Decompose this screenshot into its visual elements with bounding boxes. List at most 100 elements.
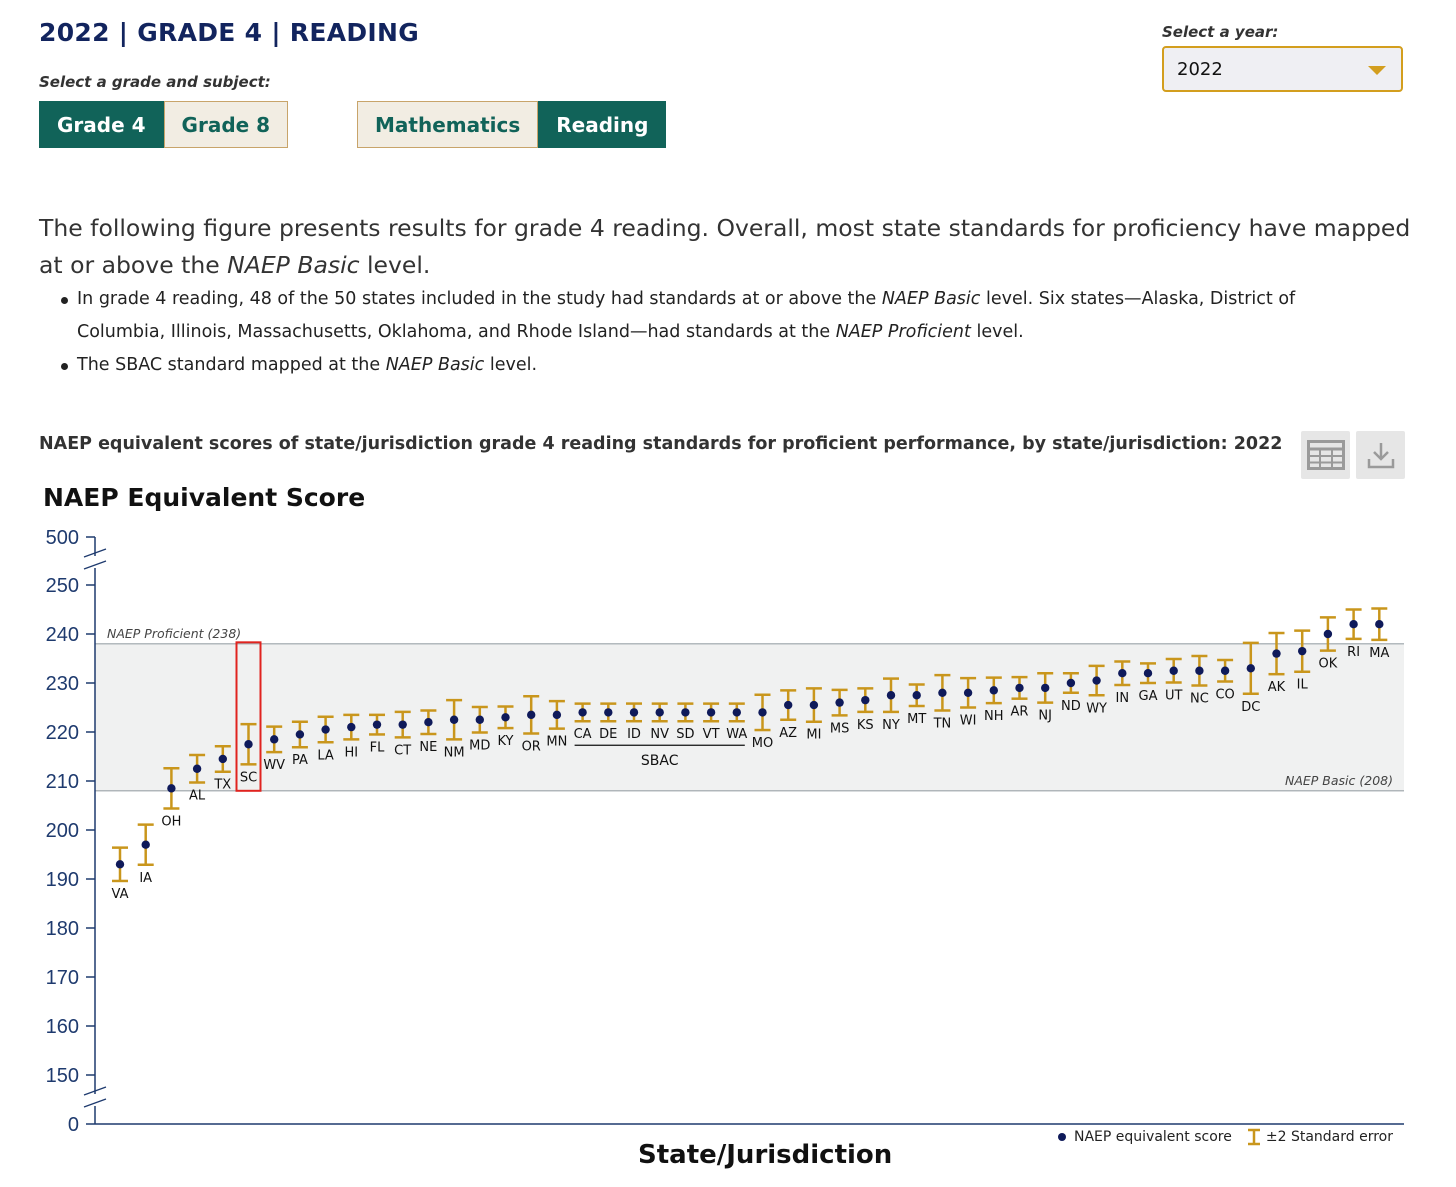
state-label: MD	[469, 738, 490, 753]
chevron-down-icon	[1368, 66, 1386, 75]
y-tick-label: 200	[46, 820, 79, 842]
list-item: In grade 4 reading, 48 of the 50 states …	[39, 283, 1369, 349]
score-point	[1118, 669, 1127, 678]
state-label: AZ	[779, 726, 797, 741]
data-point-ri[interactable]: RI	[1345, 608, 1362, 660]
state-label: LA	[317, 748, 334, 763]
state-label: MA	[1369, 646, 1389, 661]
score-point	[167, 784, 176, 793]
score-point	[552, 710, 562, 720]
score-point	[861, 695, 870, 705]
bullet-text: level.	[970, 322, 1024, 342]
state-label: FL	[370, 740, 385, 755]
grade-4-button[interactable]: Grade 4	[39, 101, 164, 148]
reading-button[interactable]: Reading	[538, 101, 667, 148]
score-point	[347, 722, 356, 732]
score-point	[192, 764, 202, 773]
y-tick-label: 210	[46, 771, 79, 793]
state-label: AR	[1011, 705, 1029, 720]
year-select-value: 2022	[1177, 58, 1223, 80]
axis-break-mark	[83, 1098, 107, 1108]
table-icon	[1306, 440, 1345, 470]
score-point	[1066, 678, 1076, 688]
state-label: MT	[907, 712, 926, 727]
score-point	[1092, 676, 1101, 685]
state-label: NE	[419, 740, 437, 755]
legend-point-label: NAEP equivalent score	[1074, 1129, 1232, 1145]
figure-caption: NAEP equivalent scores of state/jurisdic…	[39, 434, 1283, 454]
state-label: OH	[161, 814, 181, 829]
state-label: MS	[830, 721, 849, 736]
subject-toggle-group: Mathematics Reading	[357, 101, 667, 148]
y-tick-label: 180	[46, 918, 79, 940]
legend-point-marker	[1058, 1133, 1066, 1141]
score-point	[295, 730, 305, 739]
score-point	[835, 698, 844, 707]
score-point	[141, 840, 150, 849]
bullet-text: In grade 4 reading, 48 of the 50 states …	[77, 289, 882, 309]
state-label: MO	[752, 736, 773, 751]
data-point-ma[interactable]: MA	[1369, 607, 1389, 661]
grade-toggle-group: Grade 4 Grade 8	[39, 101, 289, 148]
state-label: NM	[444, 745, 465, 760]
legend-error-marker	[1247, 1128, 1260, 1146]
state-label: MN	[546, 735, 567, 750]
bullet-emphasis: NAEP Proficient	[835, 322, 971, 342]
score-point	[244, 740, 253, 749]
state-label: ND	[1061, 699, 1081, 714]
state-label: WA	[726, 727, 747, 742]
data-point-va[interactable]: VA	[112, 846, 129, 902]
y-tick-label: 0	[68, 1114, 79, 1136]
score-point	[809, 700, 819, 710]
state-label: PA	[292, 753, 308, 768]
state-label: NC	[1190, 691, 1209, 706]
chart-legend: NAEP equivalent score ±2 Standard error	[1058, 1128, 1393, 1146]
bullet-emphasis: NAEP Basic	[385, 355, 485, 375]
score-point	[398, 720, 407, 729]
state-label: DE	[599, 727, 617, 742]
score-point	[758, 708, 767, 717]
score-point	[784, 700, 793, 710]
state-label: NY	[882, 718, 900, 733]
list-item: The SBAC standard mapped at the NAEP Bas…	[39, 349, 1369, 382]
grade-8-button[interactable]: Grade 8	[163, 101, 289, 148]
data-point-ia[interactable]: IA	[137, 823, 154, 886]
score-point	[912, 691, 921, 700]
score-point	[321, 725, 330, 734]
y-tick-label: 250	[46, 575, 79, 597]
score-point	[1323, 629, 1333, 639]
score-point	[604, 708, 613, 717]
score-point	[989, 686, 998, 695]
download-button[interactable]	[1356, 431, 1405, 479]
score-point	[270, 735, 279, 744]
error-bar-chart: NAEP Proficient (238) NAEP Basic (208) 0 15…	[46, 527, 1404, 1136]
score-point	[372, 720, 382, 729]
legend-error-label: ±2 Standard error	[1265, 1129, 1393, 1145]
score-point	[1015, 683, 1024, 693]
state-label: WV	[263, 758, 285, 773]
state-label: WY	[1086, 701, 1107, 716]
bullet-text: level.	[484, 355, 538, 375]
state-label: GA	[1139, 689, 1158, 704]
state-label: MI	[806, 728, 821, 743]
state-label: WI	[960, 714, 977, 729]
score-point	[629, 708, 639, 717]
state-label: KY	[497, 734, 513, 749]
state-label: CO	[1215, 688, 1234, 703]
state-label: TX	[213, 778, 231, 793]
score-point	[475, 715, 484, 724]
state-label: KS	[857, 718, 874, 733]
y-tick-label: 160	[46, 1016, 79, 1038]
state-label: NH	[984, 709, 1004, 724]
intro-paragraph: The following figure presents results fo…	[39, 210, 1419, 284]
score-point	[1195, 666, 1204, 675]
state-label: HI	[344, 745, 358, 760]
year-select[interactable]: 2022	[1162, 46, 1403, 92]
axis-break-mark	[83, 560, 107, 570]
state-label: VA	[112, 887, 129, 902]
table-view-button[interactable]	[1301, 431, 1350, 479]
state-label: NV	[650, 727, 669, 742]
state-label: OK	[1319, 657, 1338, 672]
group-label: SBAC	[641, 753, 679, 769]
mathematics-button[interactable]: Mathematics	[357, 101, 539, 148]
